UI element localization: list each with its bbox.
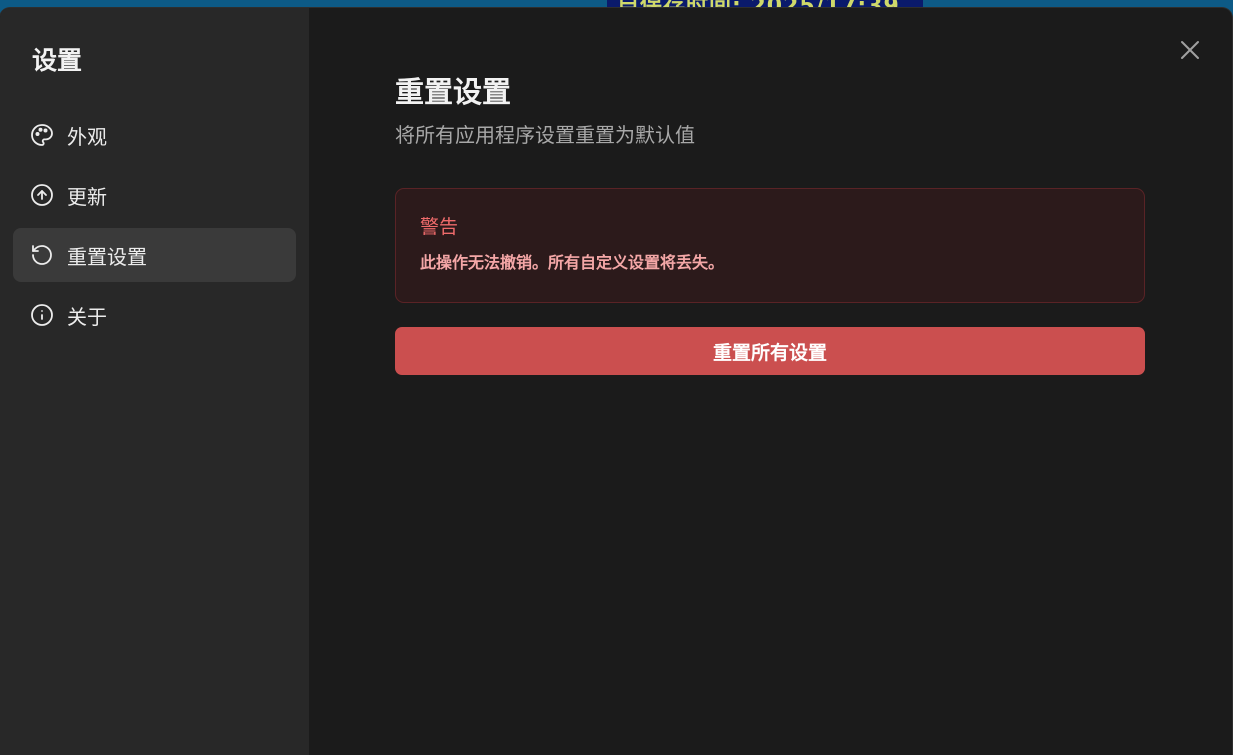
warning-title: 警告 (420, 216, 459, 238)
reset-all-settings-button[interactable]: 重置所有设置 (395, 327, 1145, 375)
page-subtitle: 将所有应用程序设置重置为默认值 (395, 123, 695, 147)
close-icon (1181, 41, 1199, 59)
settings-sidebar: 设置 外观 更新 重置设置 关于 (0, 8, 309, 755)
sidebar-title: 设置 (32, 46, 83, 75)
close-button[interactable] (1178, 38, 1202, 62)
arrow-up-circle-icon (30, 183, 54, 207)
sidebar-item-label: 更新 (67, 184, 107, 209)
sidebar-item-about[interactable]: 关于 (13, 288, 296, 342)
page-title: 重置设置 (395, 75, 512, 109)
palette-icon (30, 123, 54, 147)
sidebar-item-appearance[interactable]: 外观 (13, 108, 296, 162)
warning-text: 此操作无法撤销。所有自定义设置将丢失。 (420, 253, 725, 272)
info-icon (30, 303, 54, 327)
sidebar-item-reset-settings[interactable]: 重置设置 (13, 228, 296, 282)
sidebar-item-label: 关于 (67, 304, 107, 329)
rotate-ccw-icon (30, 243, 54, 267)
sidebar-item-label: 外观 (67, 124, 107, 149)
settings-dialog: 设置 外观 更新 重置设置 关于 重置设置 将所有应用程序设置重置为默认值 警告… (0, 8, 1232, 755)
warning-box: 警告 此操作无法撤销。所有自定义设置将丢失。 (395, 188, 1145, 303)
sidebar-item-label: 重置设置 (67, 244, 147, 269)
sidebar-item-updates[interactable]: 更新 (13, 168, 296, 222)
settings-content: 重置设置 将所有应用程序设置重置为默认值 警告 此操作无法撤销。所有自定义设置将… (309, 8, 1232, 755)
